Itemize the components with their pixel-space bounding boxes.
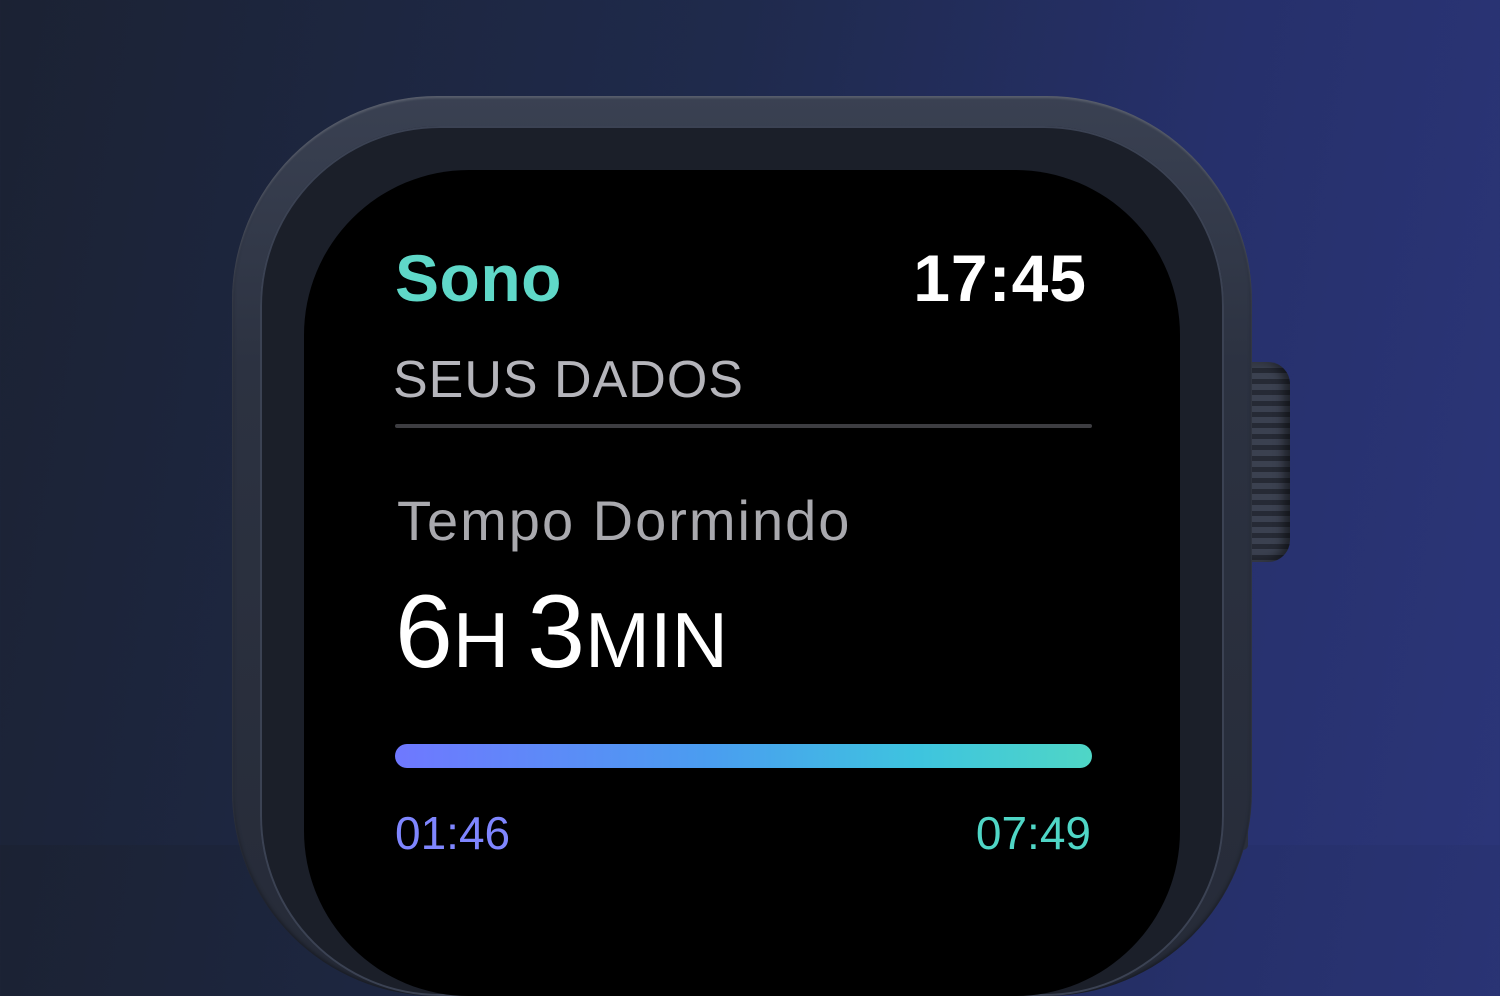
minutes-value: 3 (527, 574, 586, 690)
section-divider (395, 424, 1092, 428)
minutes-unit: MIN (585, 596, 729, 684)
app-title[interactable]: Sono (395, 240, 562, 316)
sleep-app-screen: Sono 17:45 SEUS DADOS Tempo Dormindo 6H 3… (393, 230, 1095, 859)
hours-unit: H (452, 596, 510, 684)
timeline-end-time: 07:49 (975, 807, 1091, 859)
hours-value: 6 (395, 574, 453, 690)
section-header: SEUS DADOS (393, 351, 744, 409)
sleep-timeline-bar (395, 744, 1092, 768)
status-clock: 17:45 (913, 241, 1087, 315)
sleep-duration-value: 6H 3MIN (395, 580, 728, 684)
metric-label: Tempo Dormindo (397, 489, 852, 552)
timeline-start-time: 01:46 (395, 807, 511, 859)
